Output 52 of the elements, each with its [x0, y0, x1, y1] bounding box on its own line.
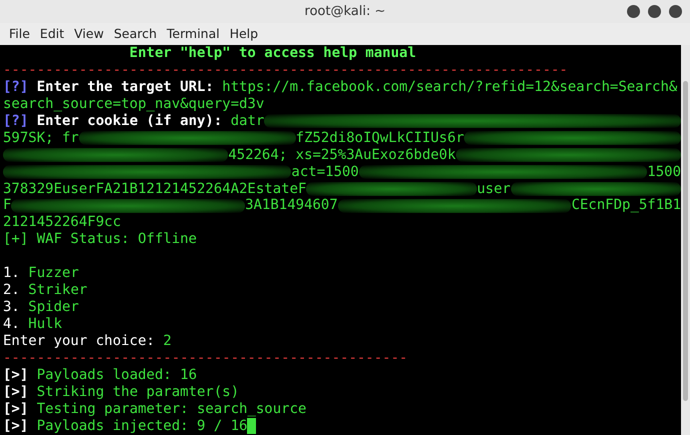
menu-item[interactable]: View	[69, 24, 109, 44]
output-text: Spider	[28, 299, 79, 316]
output-text: [+] WAF Status: Offline	[3, 231, 197, 248]
status-tag: [>]	[3, 366, 28, 384]
output-text: CEcnFDp_5f1B1	[571, 197, 681, 214]
output-text: https://m.facebook.com/search/?refid=12&search=Search&	[222, 78, 678, 96]
output-text: Testing parameter: search_source	[36, 400, 306, 418]
output-text: Payloads injected: 9 / 16	[36, 418, 248, 435]
output-text: Hulk	[28, 316, 62, 333]
menu-item[interactable]: Search	[108, 24, 162, 44]
output-text: 1.	[3, 265, 21, 282]
status-tag: [>]	[3, 418, 28, 435]
output-text: 2.	[3, 282, 21, 300]
prompt-label: Enter the target URL:	[36, 78, 215, 96]
output-text: Fuzzer	[28, 265, 79, 282]
scrollbar[interactable]	[681, 45, 690, 435]
banner-text: Enter "help" to access help manual	[128, 45, 416, 62]
output-text: 452264; xs=25%3AuExoz6bde0k	[228, 146, 456, 164]
output-text: 2	[163, 332, 172, 350]
prompt-tag: [?]	[3, 78, 28, 96]
output-text: 378329EuserFA21B12121452264A2EstateF	[3, 180, 306, 198]
output-text: act=1500	[291, 164, 359, 181]
output-text: Enter your choice:	[3, 332, 156, 350]
status-tag: [>]	[3, 400, 28, 418]
output-text: search_source=top_nav&query=d3v	[3, 96, 264, 113]
prompt-label: Enter cookie (if any):	[36, 112, 224, 130]
output-text: 3.	[3, 299, 21, 316]
dashed-rule: -------------------------------------------------------------------	[3, 62, 568, 79]
output-text: 597SK; fr	[3, 130, 79, 147]
text-cursor	[247, 418, 256, 434]
output-text: F	[3, 197, 12, 214]
output-text: datr	[230, 112, 264, 130]
status-tag: [>]	[3, 384, 28, 401]
menu-item[interactable]: Edit	[34, 24, 70, 44]
menu-item[interactable]: Terminal	[162, 24, 225, 44]
output-text: Striking the paramter(s)	[36, 384, 240, 401]
output-text: Striker	[28, 282, 88, 300]
menu-item[interactable]: File	[4, 24, 35, 44]
maximize-icon[interactable]	[648, 5, 661, 18]
output-text: 1500	[647, 164, 681, 181]
window-title: root@kali: ~	[304, 2, 386, 21]
output-text: Payloads loaded: 16	[36, 366, 197, 384]
output-text: 3A1B1494607	[245, 197, 338, 214]
minimize-icon[interactable]	[627, 5, 640, 18]
output-text: user	[476, 180, 511, 198]
output-text: fZ52di8oIQwLkCIIUs6r	[296, 130, 464, 147]
dashed-rule: ------------------------------------------------	[3, 350, 408, 367]
output-text: 2121452264F9cc	[3, 214, 122, 232]
prompt-tag: [?]	[3, 112, 28, 130]
output-text: 4.	[3, 316, 21, 333]
close-icon[interactable]	[669, 5, 682, 18]
menu-item[interactable]: Help	[224, 24, 264, 44]
